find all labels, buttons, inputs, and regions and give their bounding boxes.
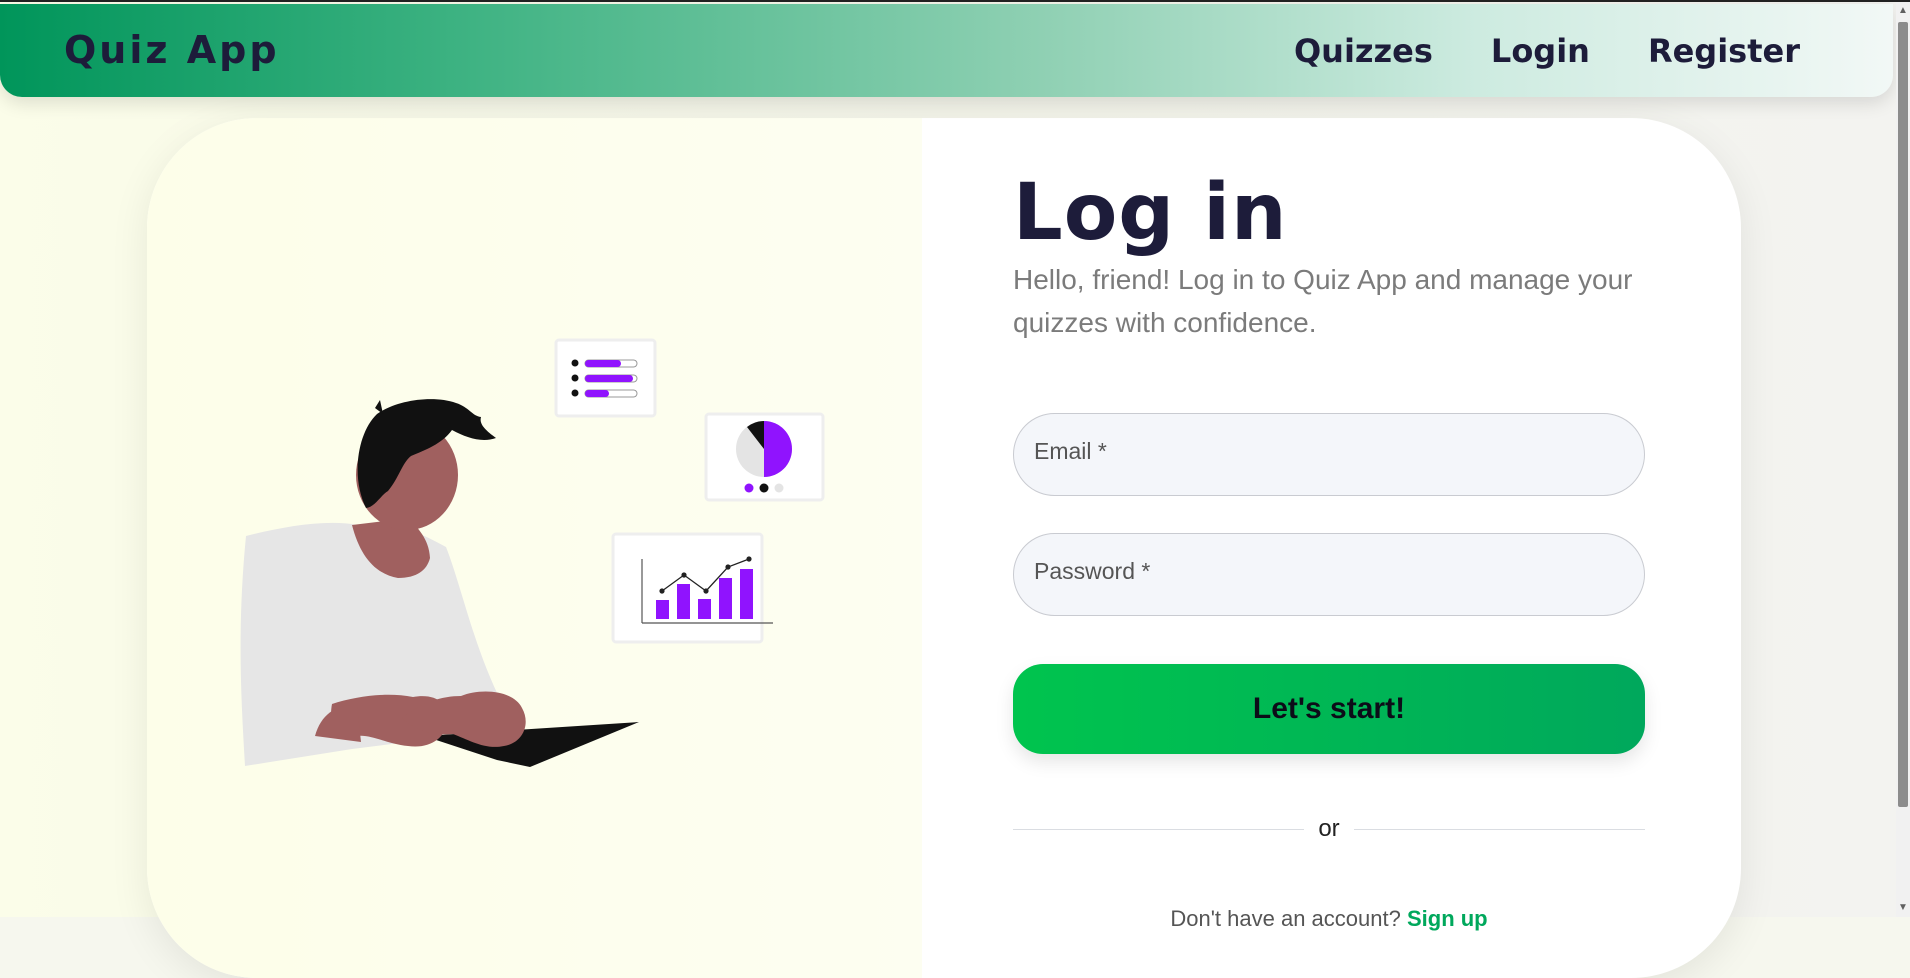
nav-link-register[interactable]: Register (1648, 32, 1800, 70)
password-field[interactable]: Password * (1013, 533, 1645, 616)
nav-links: Quizzes Login Register (1294, 32, 1800, 70)
or-divider: or (1013, 815, 1645, 845)
page-title: Log in (1013, 168, 1288, 258)
list-card-icon (554, 338, 657, 418)
divider-line-right (1354, 829, 1645, 830)
register-link[interactable]: Sign up (1407, 906, 1488, 931)
illustration-panel (147, 118, 922, 978)
person-figure (240, 399, 639, 767)
person-with-charts-illustration (240, 338, 825, 767)
scroll-down-arrow-icon[interactable]: ▼ (1896, 901, 1910, 915)
page-scrollbar[interactable]: ▲ ▼ (1896, 2, 1910, 917)
password-input[interactable] (1014, 534, 1644, 615)
brand-logo[interactable]: Quiz App (64, 28, 280, 72)
login-card: Log in Hello, friend! Log in to Quiz App… (147, 118, 1741, 978)
submit-button[interactable]: Let's start! (1013, 664, 1645, 754)
nav-link-login[interactable]: Login (1491, 32, 1590, 70)
scroll-up-arrow-icon[interactable]: ▲ (1896, 4, 1910, 18)
email-input[interactable] (1014, 414, 1644, 495)
login-form-panel: Log in Hello, friend! Log in to Quiz App… (922, 118, 1741, 978)
top-navbar: Quiz App Quizzes Login Register (0, 4, 1893, 97)
register-prompt: Don't have an account? (1170, 906, 1401, 931)
email-field[interactable]: Email * (1013, 413, 1645, 496)
scroll-thumb[interactable] (1898, 22, 1908, 807)
page-subtitle: Hello, friend! Log in to Quiz App and ma… (1013, 264, 1633, 338)
bar-chart-card-icon (611, 532, 773, 644)
nav-link-quizzes[interactable]: Quizzes (1294, 32, 1433, 70)
register-row: Don't have an account? Sign up (1013, 906, 1645, 932)
pie-card-icon (704, 412, 825, 502)
